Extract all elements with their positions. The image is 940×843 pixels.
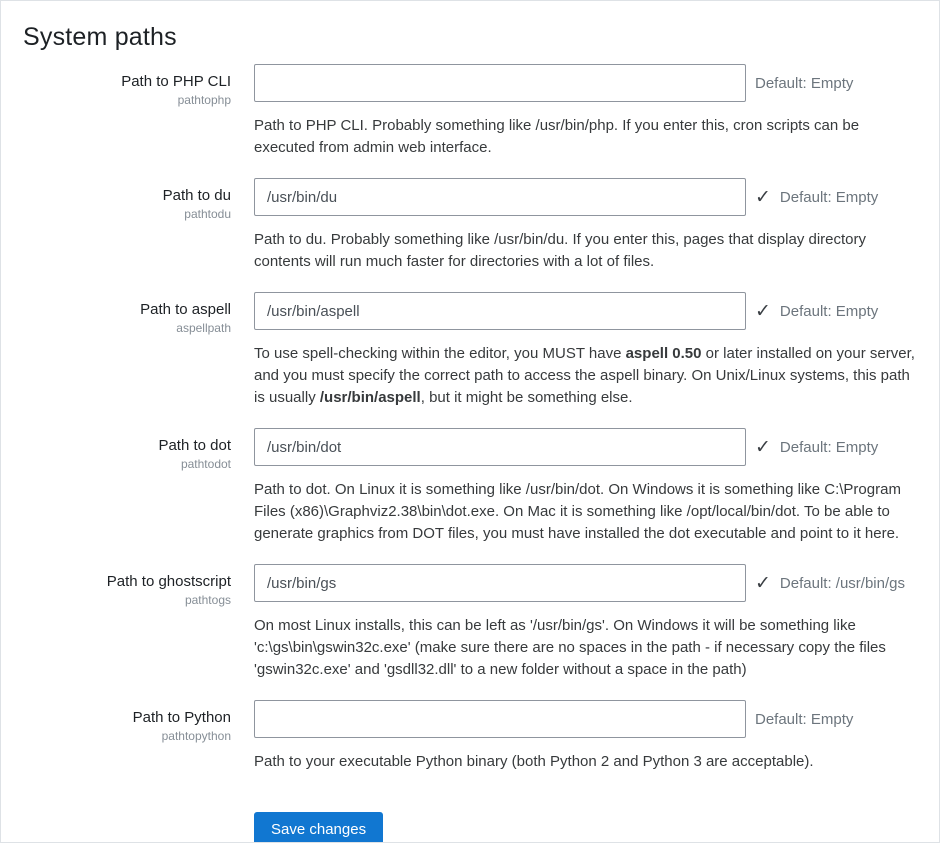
setting-label-column: Path to Python pathtopython xyxy=(1,700,231,773)
setting-content-column: ✓ Default: Empty Path to du. Probably so… xyxy=(254,178,939,273)
setting-content-column: ✓ Default: Empty Path to dot. On Linux i… xyxy=(254,428,939,545)
input-line: ✓ Default: Empty xyxy=(254,428,939,466)
setting-label-column: Path to ghostscript pathtogs xyxy=(1,564,231,681)
setting-description: To use spell-checking within the editor,… xyxy=(254,343,921,409)
check-icon: ✓ xyxy=(755,302,771,321)
check-icon: ✓ xyxy=(755,188,771,207)
setting-label: Path to dot xyxy=(1,436,231,455)
setting-label: Path to aspell xyxy=(1,300,231,319)
setting-shortname: pathtodu xyxy=(1,207,231,221)
setting-label-column: Path to PHP CLI pathtophp xyxy=(1,64,231,159)
input-line: ✓ Default: Empty xyxy=(254,292,939,330)
default-value-label: Default: Empty xyxy=(780,189,878,206)
pathtophp-input[interactable] xyxy=(254,64,746,102)
default-value-label: Default: Empty xyxy=(755,75,853,92)
check-icon: ✓ xyxy=(755,438,771,457)
default-value-label: Default: Empty xyxy=(755,711,853,728)
setting-row-pathtophp: Path to PHP CLI pathtophp ✓ Default: Emp… xyxy=(1,64,939,159)
page-title: System paths xyxy=(23,23,939,52)
system-paths-page: System paths Path to PHP CLI pathtophp ✓… xyxy=(0,0,940,843)
setting-row-pathtopython: Path to Python pathtopython ✓ Default: E… xyxy=(1,700,939,773)
setting-row-pathtodu: Path to du pathtodu ✓ Default: Empty Pat… xyxy=(1,178,939,273)
setting-shortname: pathtodot xyxy=(1,457,231,471)
aspellpath-input[interactable] xyxy=(254,292,746,330)
save-changes-button[interactable]: Save changes xyxy=(254,812,383,843)
setting-shortname: pathtophp xyxy=(1,93,231,107)
pathtogs-input[interactable] xyxy=(254,564,746,602)
default-value-label: Default: Empty xyxy=(780,439,878,456)
setting-row-aspellpath: Path to aspell aspellpath ✓ Default: Emp… xyxy=(1,292,939,409)
pathtopython-input[interactable] xyxy=(254,700,746,738)
setting-label: Path to ghostscript xyxy=(1,572,231,591)
default-value-label: Default: /usr/bin/gs xyxy=(780,575,905,592)
setting-shortname: aspellpath xyxy=(1,321,231,335)
setting-shortname: pathtogs xyxy=(1,593,231,607)
setting-content-column: ✓ Default: Empty Path to your executable… xyxy=(254,700,939,773)
input-line: ✓ Default: Empty xyxy=(254,64,939,102)
setting-label: Path to Python xyxy=(1,708,231,727)
setting-row-pathtogs: Path to ghostscript pathtogs ✓ Default: … xyxy=(1,564,939,681)
setting-description: Path to du. Probably something like /usr… xyxy=(254,229,921,273)
setting-description: Path to your executable Python binary (b… xyxy=(254,751,921,773)
setting-description: Path to PHP CLI. Probably something like… xyxy=(254,115,921,159)
setting-label: Path to du xyxy=(1,186,231,205)
setting-content-column: ✓ Default: Empty Path to PHP CLI. Probab… xyxy=(254,64,939,159)
setting-label-column: Path to aspell aspellpath xyxy=(1,292,231,409)
check-icon: ✓ xyxy=(755,574,771,593)
input-line: ✓ Default: Empty xyxy=(254,178,939,216)
setting-label: Path to PHP CLI xyxy=(1,72,231,91)
pathtodot-input[interactable] xyxy=(254,428,746,466)
setting-description: Path to dot. On Linux it is something li… xyxy=(254,479,921,545)
setting-content-column: ✓ Default: /usr/bin/gs On most Linux ins… xyxy=(254,564,939,681)
setting-row-pathtodot: Path to dot pathtodot ✓ Default: Empty P… xyxy=(1,428,939,545)
input-line: ✓ Default: Empty xyxy=(254,700,939,738)
setting-content-column: ✓ Default: Empty To use spell-checking w… xyxy=(254,292,939,409)
pathtodu-input[interactable] xyxy=(254,178,746,216)
input-line: ✓ Default: /usr/bin/gs xyxy=(254,564,939,602)
default-value-label: Default: Empty xyxy=(780,303,878,320)
setting-description: On most Linux installs, this can be left… xyxy=(254,615,921,681)
setting-label-column: Path to dot pathtodot xyxy=(1,428,231,545)
setting-shortname: pathtopython xyxy=(1,729,231,743)
setting-label-column: Path to du pathtodu xyxy=(1,178,231,273)
